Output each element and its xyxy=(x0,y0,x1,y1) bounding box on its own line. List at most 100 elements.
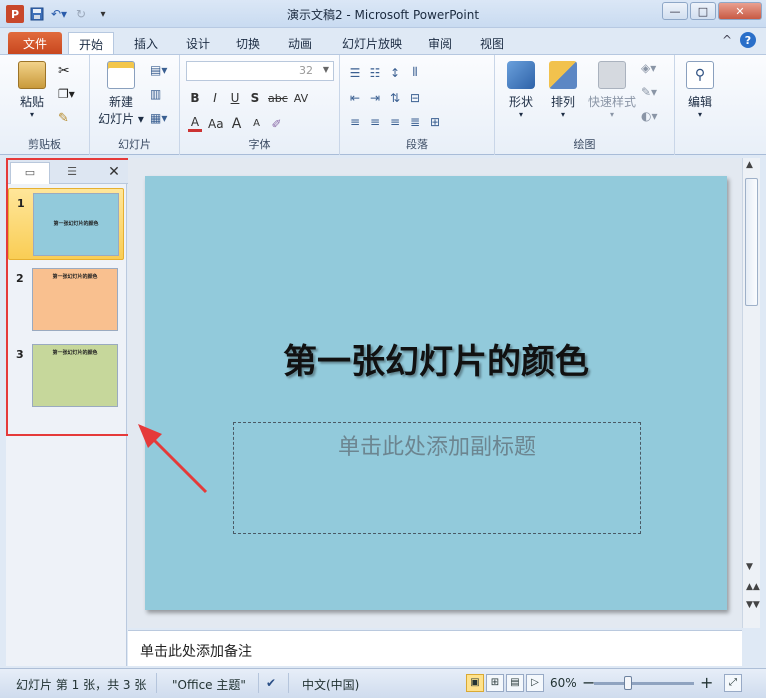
tab-animations[interactable]: 动画 xyxy=(278,32,322,54)
scroll-down-icon[interactable]: ▼ xyxy=(746,562,753,572)
zoom-in-button[interactable]: + xyxy=(700,673,713,692)
highlight-box xyxy=(6,158,132,436)
close-button[interactable]: ✕ xyxy=(718,2,762,20)
theme-status[interactable]: "Office 主题" xyxy=(172,676,246,693)
collapse-ribbon-icon[interactable]: ^ xyxy=(722,33,732,47)
clipboard-label: 剪贴板 xyxy=(28,138,61,151)
notes-placeholder: 单击此处添加备注 xyxy=(140,644,252,660)
current-slide[interactable]: 第一张幻灯片的颜色 单击此处添加副标题 xyxy=(145,176,727,610)
group-clipboard: 粘贴 ▾ ✂ ❐▾ ✎ 剪贴板 xyxy=(0,55,90,155)
align-right-icon[interactable]: ≡ xyxy=(388,115,402,129)
section-icon[interactable]: ▦▾ xyxy=(150,111,167,125)
normal-view-button[interactable]: ▣ xyxy=(466,674,484,692)
editing-button[interactable]: ⚲ 编辑 ▾ xyxy=(679,61,721,119)
tab-transitions[interactable]: 切换 xyxy=(226,32,270,54)
maximize-button[interactable]: □ xyxy=(690,2,716,20)
reset-icon[interactable]: ▥ xyxy=(150,87,161,101)
scroll-up-icon[interactable]: ▲ xyxy=(746,160,753,170)
format-painter-icon[interactable]: ✎ xyxy=(58,111,69,126)
line-spacing-icon[interactable]: ↕ xyxy=(388,66,402,80)
shrink-font-button[interactable]: A xyxy=(250,118,264,129)
new-slide-icon xyxy=(107,61,135,89)
slide-count-status: 幻灯片 第 1 张，共 3 张 xyxy=(16,678,147,692)
paste-button[interactable]: 粘贴 ▾ xyxy=(10,61,54,119)
decrease-indent-icon[interactable]: ⇤ xyxy=(348,91,362,105)
italic-button[interactable]: I xyxy=(208,91,222,105)
font-format-row: B I U S abc AV xyxy=(188,91,308,105)
layout-icon[interactable]: ▤▾ xyxy=(150,63,167,77)
group-drawing: 形状 ▾ 排列 ▾ 快速样式 ▾ ◈▾ ✎▾ ◐▾ 绘图 xyxy=(495,55,675,155)
zoom-slider-knob[interactable] xyxy=(624,676,632,690)
font-size-value: 32 xyxy=(299,64,313,77)
group-paragraph: ☰ ☷ ↕ ⫴ ⇤ ⇥ ⇅ ⊟ ≡ ≡ ≡ ≣ ⊞ 段落 xyxy=(340,55,495,155)
tab-review[interactable]: 审阅 xyxy=(418,32,462,54)
subtitle-placeholder[interactable]: 单击此处添加副标题 xyxy=(233,422,641,534)
cut-icon[interactable]: ✂ xyxy=(58,63,70,79)
align-text-icon[interactable]: ⊟ xyxy=(408,91,422,105)
strikethrough-button[interactable]: abc xyxy=(268,92,288,105)
shape-outline-icon[interactable]: ✎▾ xyxy=(641,85,657,99)
notes-pane[interactable]: 单击此处添加备注 xyxy=(128,630,742,666)
bold-button[interactable]: B xyxy=(188,91,202,105)
copy-icon[interactable]: ❐▾ xyxy=(58,87,75,101)
next-slide-icon[interactable]: ▼▼ xyxy=(746,600,760,610)
reading-view-button[interactable]: ▤ xyxy=(506,674,524,692)
tab-home[interactable]: 开始 xyxy=(68,32,115,54)
font-color-row: A Aa A A ✐ xyxy=(188,115,284,132)
char-spacing-button[interactable]: AV xyxy=(294,92,308,105)
tab-file[interactable]: 文件 xyxy=(8,32,62,54)
clear-format-icon[interactable]: ✐ xyxy=(270,117,284,131)
slides-label: 幻灯片 xyxy=(118,138,151,151)
tab-design[interactable]: 设计 xyxy=(176,32,220,54)
zoom-slider[interactable] xyxy=(594,682,694,685)
help-icon[interactable]: ? xyxy=(740,32,756,48)
new-slide-button[interactable]: 新建 幻灯片 ▾ xyxy=(96,61,146,127)
previous-slide-icon[interactable]: ▲▲ xyxy=(746,582,760,592)
shapes-icon xyxy=(507,61,535,89)
fit-to-window-button[interactable]: ⤢ xyxy=(724,674,742,692)
paste-icon xyxy=(18,61,46,89)
change-case-button[interactable]: Aa xyxy=(208,117,224,131)
increase-indent-icon[interactable]: ⇥ xyxy=(368,91,382,105)
status-divider xyxy=(156,673,157,693)
text-direction-icon[interactable]: ⇅ xyxy=(388,91,402,105)
bullets-icon[interactable]: ☰ xyxy=(348,66,362,80)
status-divider xyxy=(288,673,289,693)
group-slides: 新建 幻灯片 ▾ ▤▾ ▥ ▦▾ 幻灯片 xyxy=(90,55,180,155)
chevron-down-icon: ▼ xyxy=(322,65,329,74)
slide-sorter-button[interactable]: ⊞ xyxy=(486,674,504,692)
justify-icon[interactable]: ≣ xyxy=(408,115,422,129)
shapes-button[interactable]: 形状 ▾ xyxy=(501,61,541,119)
language-status[interactable]: 中文(中国) xyxy=(302,676,359,693)
drawing-label: 绘图 xyxy=(573,138,596,151)
columns-icon[interactable]: ⫴ xyxy=(408,65,422,80)
smartart-icon[interactable]: ⊞ xyxy=(428,115,442,129)
quick-styles-button[interactable]: 快速样式 ▾ xyxy=(585,61,639,119)
ribbon: 粘贴 ▾ ✂ ❐▾ ✎ 剪贴板 新建 幻灯片 ▾ ▤▾ ▥ ▦▾ 幻灯片 32 … xyxy=(0,55,766,155)
window-title: 演示文稿2 - Microsoft PowerPoint xyxy=(286,8,480,22)
zoom-level[interactable]: 60% xyxy=(550,676,577,690)
shape-effects-icon[interactable]: ◐▾ xyxy=(641,109,658,123)
align-center-icon[interactable]: ≡ xyxy=(368,115,382,129)
underline-button[interactable]: U xyxy=(228,91,242,105)
scroll-thumb[interactable] xyxy=(745,178,758,306)
subtitle-placeholder-text: 单击此处添加副标题 xyxy=(337,435,536,460)
vertical-scrollbar[interactable]: ▲ ▼ ▲▲ ▼▼ xyxy=(742,158,760,628)
minimize-button[interactable]: — xyxy=(662,2,688,20)
group-font: 32 ▼ B I U S abc AV A Aa A A ✐ 字体 xyxy=(180,55,340,155)
align-left-icon[interactable]: ≡ xyxy=(348,115,362,129)
numbering-icon[interactable]: ☷ xyxy=(368,66,382,80)
tab-slideshow[interactable]: 幻灯片放映 xyxy=(332,32,412,54)
tab-view[interactable]: 视图 xyxy=(470,32,514,54)
ribbon-tabs: 文件 开始 插入 设计 切换 动画 幻灯片放映 审阅 视图 xyxy=(0,28,766,55)
shadow-button[interactable]: S xyxy=(248,91,262,105)
slideshow-view-button[interactable]: ▷ xyxy=(526,674,544,692)
font-size-combo[interactable]: 32 ▼ xyxy=(186,61,334,81)
shape-fill-icon[interactable]: ◈▾ xyxy=(641,61,656,75)
arrange-button[interactable]: 排列 ▾ xyxy=(543,61,583,119)
spell-check-icon[interactable]: ✔ xyxy=(266,676,276,690)
grow-font-button[interactable]: A xyxy=(230,116,244,132)
font-color-button[interactable]: A xyxy=(188,115,202,132)
slide-title[interactable]: 第一张幻灯片的颜色 xyxy=(145,334,727,383)
tab-insert[interactable]: 插入 xyxy=(124,32,168,54)
